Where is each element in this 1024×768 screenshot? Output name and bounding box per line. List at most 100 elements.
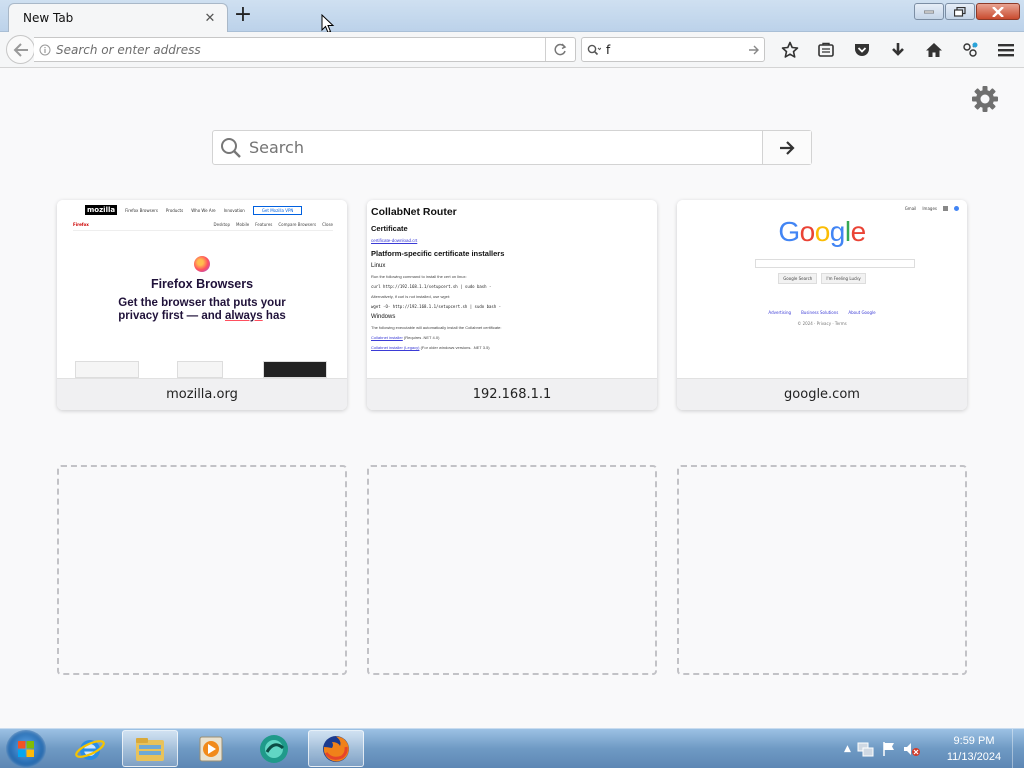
thumb-subnav: Firefox Desktop Mobile Features Compare … xyxy=(73,222,333,231)
thumb-tagline: Get the browser that puts your privacy f… xyxy=(57,297,347,323)
internet-explorer-icon xyxy=(75,739,105,760)
thumb-link: certificate-download.crt xyxy=(371,238,418,243)
window-close-button[interactable] xyxy=(976,3,1020,20)
newtab-search-input[interactable] xyxy=(249,131,762,164)
taskbar: ▲ 9:59 PM 11/13/2024 xyxy=(0,728,1024,768)
window-controls xyxy=(914,3,1020,20)
thumb-logo: mozilla xyxy=(85,205,118,215)
thumb-link: About Google xyxy=(848,310,876,315)
thumb-button: Google Search xyxy=(778,273,818,284)
folder-icon xyxy=(136,737,164,761)
taskbar-firefox[interactable] xyxy=(308,730,364,767)
system-clock[interactable]: 9:59 PM 11/13/2024 xyxy=(938,733,1010,765)
thumb-nav-item: Products xyxy=(165,207,184,213)
firefox-icon xyxy=(323,735,349,762)
thumb-section: Platform-specific certificate installers xyxy=(371,249,505,258)
info-icon[interactable] xyxy=(34,44,56,56)
title-bar: New Tab ✕ + xyxy=(0,0,1024,32)
top-site-tile-google[interactable]: Gmail Images Google Google Search I'm Fe… xyxy=(677,200,967,410)
search-input[interactable] xyxy=(606,42,744,57)
start-button[interactable] xyxy=(6,730,46,768)
volume-muted-icon[interactable] xyxy=(903,741,921,757)
thumb-text: (For older windows versions. .NET 3.5) xyxy=(419,345,490,350)
taskbar-windows-explorer[interactable] xyxy=(122,730,178,767)
reload-icon[interactable] xyxy=(545,38,575,61)
show-desktop-button[interactable] xyxy=(1012,729,1024,768)
thumb-heading: Firefox Browsers xyxy=(150,277,254,291)
taskbar-app-circle[interactable] xyxy=(246,730,302,767)
network-icon[interactable] xyxy=(857,741,875,757)
tile-label: mozilla.org xyxy=(57,378,347,410)
plus-icon[interactable]: + xyxy=(233,4,253,27)
thumb-screenshot xyxy=(75,361,139,378)
search-icon xyxy=(213,131,249,164)
back-arrow-icon xyxy=(13,42,28,57)
clock-time: 9:59 PM xyxy=(953,735,995,747)
thumb-subnav-item: Mobile xyxy=(236,222,250,227)
google-logo: Google xyxy=(778,216,866,247)
thumb-section: Certificate xyxy=(371,224,408,233)
thumb-tagline-part: privacy first — and xyxy=(118,310,225,322)
clock-date: 11/13/2024 xyxy=(946,751,1002,763)
thumb-buttons: Google Search I'm Feeling Lucky xyxy=(677,273,967,284)
address-input[interactable] xyxy=(56,38,545,61)
extension-icon[interactable] xyxy=(952,35,988,65)
pocket-icon[interactable] xyxy=(844,35,880,65)
thumb-page: CollabNet Router Certificate certificate… xyxy=(371,206,653,355)
thumb-link: Images xyxy=(922,206,937,211)
download-icon[interactable] xyxy=(880,35,916,65)
thumb-tagline-line: Get the browser that puts your xyxy=(118,297,286,309)
thumb-screenshot xyxy=(263,361,327,378)
thumb-subnav-item: Features xyxy=(255,222,273,227)
thumb-links: Advertising Business Solutions About Goo… xyxy=(677,310,967,315)
home-icon[interactable] xyxy=(916,35,952,65)
gear-icon[interactable] xyxy=(970,84,1000,114)
app-circle-icon xyxy=(260,734,288,763)
taskbar-media-player[interactable] xyxy=(184,730,240,767)
minimize-button[interactable] xyxy=(914,3,944,20)
bookmark-star-icon[interactable] xyxy=(772,35,808,65)
top-site-tile-mozilla[interactable]: mozilla Firefox Browsers Products Who We… xyxy=(57,200,347,410)
search-icon xyxy=(582,44,606,56)
thumb-nav-item: Who We Are xyxy=(191,207,216,213)
thumb-code: wget -O- http://192.168.1.1/setupcert.sh… xyxy=(371,304,502,309)
thumb-link: Collabnet installer (Legacy) xyxy=(371,345,420,350)
thumb-nav-item: Firefox Browsers xyxy=(125,207,158,213)
empty-tile-placeholder xyxy=(677,465,967,675)
search-submit-button[interactable] xyxy=(762,131,811,164)
restore-button[interactable] xyxy=(945,3,975,20)
back-button[interactable] xyxy=(6,35,35,64)
thumb-subsection: Linux xyxy=(371,263,386,269)
url-bar[interactable] xyxy=(34,37,576,62)
close-icon[interactable]: ✕ xyxy=(203,11,217,26)
thumb-heading: CollabNet Router xyxy=(371,206,457,218)
thumb-tagline-emphasis: always xyxy=(224,310,263,322)
arrow-right-icon xyxy=(780,140,795,155)
thumb-screenshot xyxy=(177,361,223,378)
top-site-tile-router[interactable]: CollabNet Router Certificate certificate… xyxy=(367,200,657,410)
thumb-subnav-item: Compare Browsers xyxy=(278,222,317,227)
reading-list-icon[interactable] xyxy=(808,35,844,65)
thumb-tagline-part: has xyxy=(262,310,286,322)
taskbar-internet-explorer[interactable] xyxy=(62,730,118,767)
thumb-link: Collabnet installer xyxy=(371,335,403,340)
thumb-text: The following executable will automatica… xyxy=(371,325,502,330)
thumb-subnav-item: Desktop xyxy=(213,222,231,227)
action-center-flag-icon[interactable] xyxy=(881,741,897,757)
thumb-subsection: Windows xyxy=(371,314,396,320)
tab-new-tab[interactable]: New Tab ✕ xyxy=(8,3,228,32)
firefox-logo-icon xyxy=(194,256,210,272)
mouse-cursor-icon xyxy=(321,14,335,34)
site-thumbnail: CollabNet Router Certificate certificate… xyxy=(367,200,657,378)
site-thumbnail: Gmail Images Google Google Search I'm Fe… xyxy=(677,200,967,378)
search-bar[interactable] xyxy=(581,37,765,62)
show-hidden-icons-icon[interactable]: ▲ xyxy=(844,744,851,754)
menu-icon[interactable] xyxy=(988,35,1024,65)
empty-tile-placeholder xyxy=(57,465,347,675)
thumb-code: curl http://192.168.1.1/setupcert.sh | s… xyxy=(371,284,492,289)
thumb-text: (Requires .NET 4.0) xyxy=(402,335,440,340)
search-go-icon[interactable] xyxy=(744,45,764,55)
thumb-button: I'm Feeling Lucky xyxy=(821,273,866,284)
thumb-link: Advertising xyxy=(768,310,792,315)
apps-icon xyxy=(943,206,948,211)
